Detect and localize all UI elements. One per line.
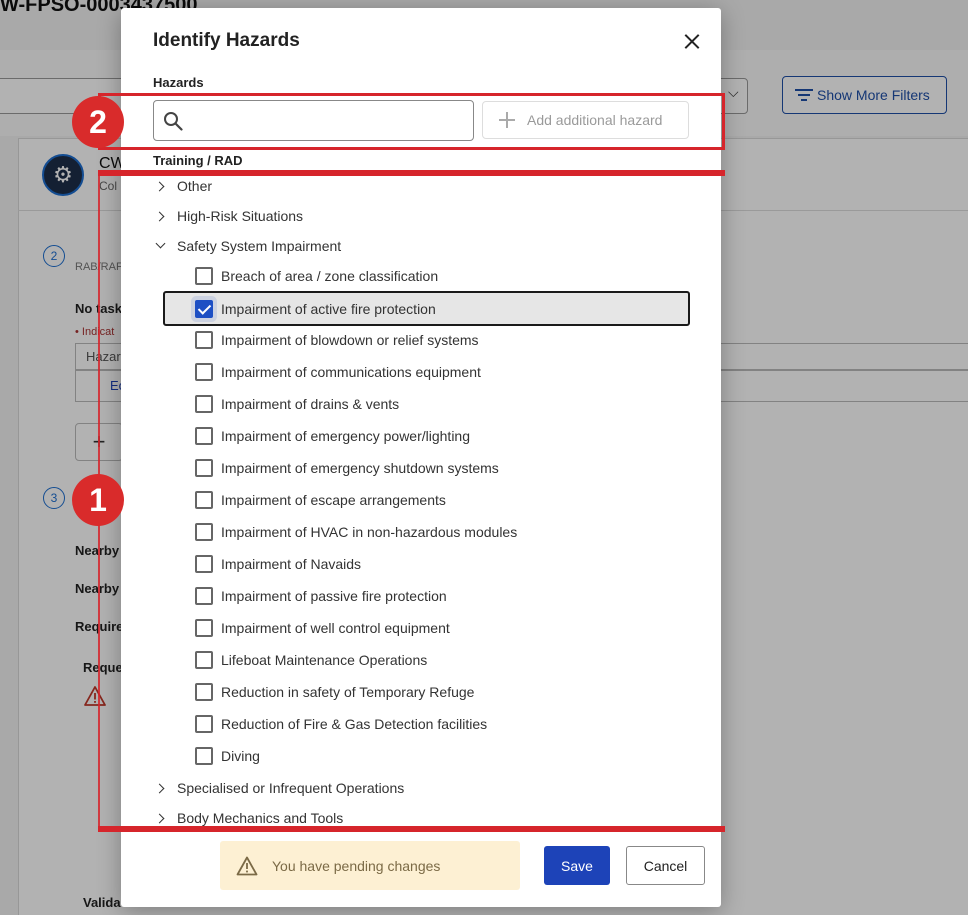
hazard-item[interactable]: Reduction in safety of Temporary Refuge xyxy=(195,676,689,708)
hazard-item-label: Impairment of drains & vents xyxy=(221,396,400,412)
tree-group-high-risk[interactable]: High-Risk Situations xyxy=(153,201,303,231)
hazard-item-label: Breach of area / zone classification xyxy=(221,268,439,284)
tree-group-label: Specialised or Infrequent Operations xyxy=(177,780,405,796)
annotation-badge-1: 1 xyxy=(72,474,124,526)
checkbox[interactable] xyxy=(195,427,213,445)
checkbox-checked[interactable] xyxy=(195,299,213,318)
chevron-down-icon xyxy=(153,238,169,254)
hazard-item-label: Reduction in safety of Temporary Refuge xyxy=(221,684,475,700)
checkbox[interactable] xyxy=(195,363,213,381)
hazard-item-label: Reduction of Fire & Gas Detection facili… xyxy=(221,716,488,732)
hazard-item[interactable]: Impairment of passive fire protection xyxy=(195,580,689,612)
chevron-right-icon xyxy=(153,810,169,826)
checkbox[interactable] xyxy=(195,619,213,637)
hazard-item-label: Impairment of Navaids xyxy=(221,556,362,572)
annotation-badge-2: 2 xyxy=(72,96,124,148)
checkbox[interactable] xyxy=(195,331,213,349)
hazard-item[interactable]: Impairment of HVAC in non-hazardous modu… xyxy=(195,516,689,548)
tree-group-label: Other xyxy=(177,178,213,194)
hazard-item-label: Lifeboat Maintenance Operations xyxy=(221,652,428,668)
hazard-item-label: Impairment of HVAC in non-hazardous modu… xyxy=(221,524,518,540)
checkbox[interactable] xyxy=(195,491,213,509)
checkbox[interactable] xyxy=(195,747,213,765)
tree-group-specialised[interactable]: Specialised or Infrequent Operations xyxy=(153,773,404,803)
tree-group-label: Safety System Impairment xyxy=(177,238,342,254)
hazard-item-label: Impairment of emergency power/lighting xyxy=(221,428,471,444)
checkbox[interactable] xyxy=(195,267,213,285)
annotation-line-top xyxy=(98,170,725,176)
hazard-item[interactable]: Impairment of emergency power/lighting xyxy=(195,420,689,452)
checkbox[interactable] xyxy=(195,459,213,477)
tree-group-safety-system[interactable]: Safety System Impairment xyxy=(153,231,341,261)
hazard-item-selected[interactable]: Impairment of active fire protection xyxy=(163,291,690,326)
close-icon[interactable] xyxy=(679,29,705,55)
hazards-label: Hazards xyxy=(153,75,204,90)
hazard-item[interactable]: Impairment of Navaids xyxy=(195,548,689,580)
pending-changes-banner: You have pending changes xyxy=(220,841,520,890)
hazard-item[interactable]: Impairment of blowdown or relief systems xyxy=(195,324,689,356)
hazard-item-label: Impairment of communications equipment xyxy=(221,364,481,380)
checkbox[interactable] xyxy=(195,683,213,701)
hazard-item-label: Diving xyxy=(221,748,260,764)
hazard-item-label: Impairment of well control equipment xyxy=(221,620,450,636)
cancel-button[interactable]: Cancel xyxy=(626,846,705,885)
hazard-item-label: Impairment of escape arrangements xyxy=(221,492,446,508)
chevron-right-icon xyxy=(153,178,169,194)
hazard-item[interactable]: Lifeboat Maintenance Operations xyxy=(195,644,689,676)
tree-group-label: High-Risk Situations xyxy=(177,208,304,224)
hazard-item[interactable]: Reduction of Fire & Gas Detection facili… xyxy=(195,708,689,740)
hazard-item-label: Impairment of passive fire protection xyxy=(221,588,447,604)
pending-changes-text: You have pending changes xyxy=(272,857,441,874)
hazard-item-label: Impairment of blowdown or relief systems xyxy=(221,332,479,348)
hazard-item[interactable]: Breach of area / zone classification xyxy=(195,260,689,292)
checkbox[interactable] xyxy=(195,651,213,669)
dialog-title: Identify Hazards xyxy=(153,30,300,51)
save-button[interactable]: Save xyxy=(544,846,610,885)
section-title: Training / RAD xyxy=(153,153,243,168)
hazard-item[interactable]: Impairment of escape arrangements xyxy=(195,484,689,516)
hazard-item[interactable]: Impairment of emergency shutdown systems xyxy=(195,452,689,484)
hazard-item[interactable]: Impairment of communications equipment xyxy=(195,356,689,388)
checkbox[interactable] xyxy=(195,523,213,541)
hazard-item[interactable]: Diving xyxy=(195,740,689,772)
checkbox[interactable] xyxy=(195,587,213,605)
checkbox[interactable] xyxy=(195,715,213,733)
annotation-line-bottom xyxy=(98,826,725,832)
checkbox[interactable] xyxy=(195,395,213,413)
chevron-right-icon xyxy=(153,208,169,224)
hazard-item-label: Impairment of emergency shutdown systems xyxy=(221,460,499,476)
chevron-right-icon xyxy=(153,780,169,796)
warning-icon xyxy=(236,856,258,875)
hazard-item[interactable]: Impairment of drains & vents xyxy=(195,388,689,420)
checkbox[interactable] xyxy=(195,555,213,573)
hazard-item-label: Impairment of active fire protection xyxy=(221,300,436,317)
tree-group-label: Body Mechanics and Tools xyxy=(177,810,344,826)
hazard-item[interactable]: Impairment of well control equipment xyxy=(195,612,689,644)
annotation-box-2 xyxy=(98,93,725,150)
